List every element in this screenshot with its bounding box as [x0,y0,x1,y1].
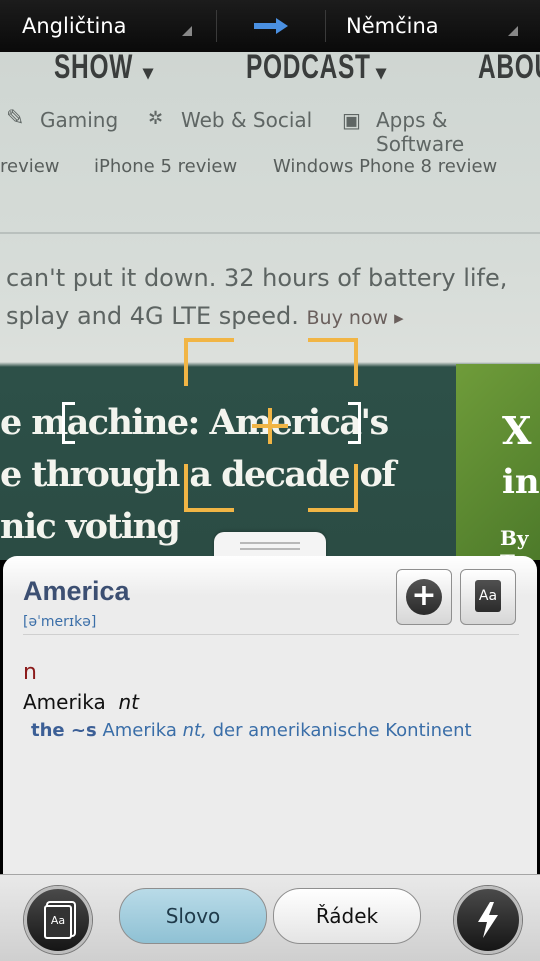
network-icon: ✲ [148,108,164,129]
flash-icon [478,902,498,938]
cam-review-0: review [0,156,60,177]
divider [325,10,326,42]
cam-side-panel: X in By T [456,364,540,560]
target-dropdown-icon [508,26,518,36]
camera-viewfinder[interactable]: SHOW ▾ PODCAST ▾ ABOU ✎ Gaming ✲ Web & S… [0,52,540,560]
open-dictionary-button[interactable]: Aa [460,569,516,625]
flash-toggle-button[interactable] [454,886,522,954]
add-to-flashcards-button[interactable]: + [396,569,452,625]
cam-headline-line1: e machine: America's [0,402,389,443]
translation: Amerika nt [23,690,139,714]
apps-icon: ▣ [342,108,361,132]
translation-gender: nt [118,690,139,714]
headword: America [23,576,130,606]
cam-buy-now: Buy now ▸ [306,307,404,329]
example-entry: the ~s Amerika nt, der amerikanische Kon… [31,720,472,741]
cam-ad-line1: can't put it down. 32 hours of battery l… [6,264,508,292]
plus-circle-icon: + [406,579,442,615]
camera-reviews: review iPhone 5 review Windows Phone 8 r… [0,156,540,190]
cam-cat-apps: Apps & Software [376,108,465,156]
cam-ad-line2: splay and 4G LTE speed. Buy now ▸ [6,302,404,330]
cam-cat-gaming: Gaming [40,108,119,132]
gamepad-icon: ✎ [6,106,25,131]
swap-arrow-icon[interactable] [254,16,290,36]
cam-nav-about: ABOU [478,52,540,86]
book-icon: Aa [475,580,501,612]
cam-review-2: Windows Phone 8 review [273,156,498,177]
divider [216,10,217,42]
language-bar: Angličtina Němčina [0,0,540,52]
line-mode-button[interactable]: Řádek [273,888,421,944]
cam-cat-web: Web & Social [181,108,313,132]
part-of-speech: n [23,660,37,685]
camera-categories: ✎ Gaming ✲ Web & Social ▣ Apps & Softwar… [0,106,540,156]
camera-rule [0,232,540,234]
divider [23,634,519,635]
dictionary-panel: America [əˈmerɪkə] + Aa n Amerika nt the… [3,556,537,874]
source-language-selector[interactable]: Angličtina [22,0,126,52]
word-mode-button[interactable]: Slovo [119,888,267,944]
cam-headline-line3: nic voting [0,506,181,547]
cam-nav-podcast: PODCAST [246,52,371,86]
cam-review-1: iPhone 5 review [94,156,238,177]
flashcards-button[interactable]: Aa [24,886,92,954]
source-dropdown-icon [182,26,192,36]
crosshair-icon [252,408,288,444]
example-phrase: the ~s [31,720,97,741]
cam-nav-show: SHOW [54,52,134,86]
bottom-toolbar: Aa Slovo Řádek [0,874,540,961]
phonetic-transcription: [əˈmerɪkə] [23,614,97,630]
target-language-selector[interactable]: Němčina [346,0,439,52]
flashcards-icon: Aa [44,905,72,939]
camera-nav-text: SHOW ▾ PODCAST ▾ ABOU [0,52,540,94]
